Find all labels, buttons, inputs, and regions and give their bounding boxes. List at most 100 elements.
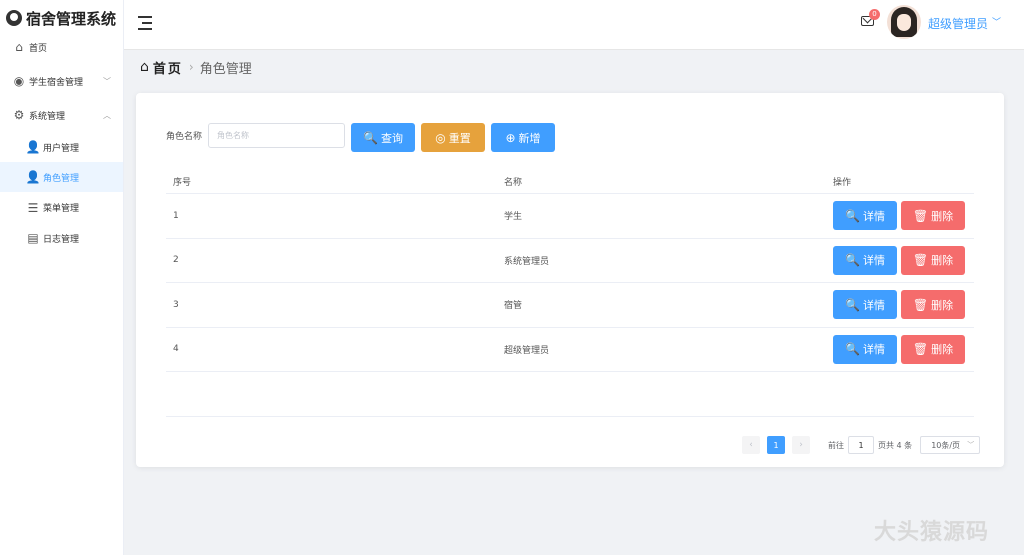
add-button[interactable]: ⊕ 新增 xyxy=(491,123,555,152)
table-row: 4 超级管理员 🔍 详情 🗑 删除 xyxy=(166,328,974,372)
row-index: 4 xyxy=(173,344,179,355)
content-card: 角色名称 🔍 查询 ◎ 重置 ⊕ 新增 序号 名称 操作 1 学生 🔍详情 🗑删… xyxy=(136,93,1004,467)
list-icon: ☰ xyxy=(27,200,39,215)
username-dropdown[interactable]: 超级管理员 xyxy=(928,15,988,32)
button-label: 详情 xyxy=(862,209,885,223)
button-label: 详情 xyxy=(862,254,885,268)
target-icon: ◉ xyxy=(13,74,25,88)
search-icon: 🔍 xyxy=(845,253,860,268)
column-header: 序号 xyxy=(173,177,192,188)
column-header: 名称 xyxy=(504,177,523,188)
trash-icon: 🗑 xyxy=(912,297,929,312)
row-name: 系统管理员 xyxy=(504,256,550,267)
chevron-down-icon: ﹀ xyxy=(103,76,111,86)
row-index: 1 xyxy=(173,210,179,221)
breadcrumb-home[interactable]: 首页 xyxy=(153,58,183,77)
prev-page-icon[interactable]: ‹ xyxy=(742,436,760,454)
sidebar-item-label: 系统管理 xyxy=(29,111,66,122)
sidebar-item-label: 学生宿舍管理 xyxy=(29,77,84,88)
pagination: ‹ 1 › 前往 页共 4 条 10条/页 ﹀ xyxy=(742,436,981,454)
delete-button[interactable]: 🗑 删除 xyxy=(901,334,965,364)
avatar[interactable] xyxy=(887,5,921,39)
row-name: 超级管理员 xyxy=(504,345,550,356)
page-size-select[interactable]: 10条/页 ﹀ xyxy=(920,436,981,454)
roles-table: 序号 名称 操作 1 学生 🔍 详情 🗑 删除 2 系统管理员 🔍 详情 🗑 删除 3 … xyxy=(166,169,974,372)
delete-button[interactable]: 🗑 删除 xyxy=(901,245,965,275)
detail-button[interactable]: 🔍 详情 xyxy=(833,201,897,231)
button-label: 查询 xyxy=(380,131,403,145)
row-name: 学生 xyxy=(504,212,523,223)
query-button[interactable]: 🔍 查询 xyxy=(351,123,415,152)
total-count: 页共 4 条 xyxy=(878,440,913,450)
page-size-value: 10条/页 xyxy=(931,440,961,450)
detail-button[interactable]: 🔍 详情 xyxy=(833,290,897,320)
row-index: 3 xyxy=(173,299,179,310)
role-icon: 👤 xyxy=(25,170,41,184)
table-header: 序号 名称 操作 xyxy=(166,169,974,194)
trash-icon: 🗑 xyxy=(912,208,929,223)
chevron-down-icon: ﹀ xyxy=(967,441,975,449)
trash-icon: 🗑 xyxy=(912,253,929,268)
sidebar-item-system[interactable]: ⚙ 系统管理 ︿ xyxy=(0,98,123,132)
breadcrumb: ⌂ 首页 › 角色管理 xyxy=(140,56,252,78)
table-row: 3 宿管 🔍 详情 🗑 删除 xyxy=(166,283,974,328)
column-header: 操作 xyxy=(833,177,852,188)
button-label: 删除 xyxy=(931,254,954,268)
goto-label: 前往 xyxy=(828,440,844,450)
detail-button[interactable]: 🔍 详情 xyxy=(833,245,897,275)
sidebar-item-label: 菜单管理 xyxy=(43,204,80,214)
chevron-down-icon[interactable]: ﹀ xyxy=(992,15,1001,28)
eye-icon: ◎ xyxy=(435,130,446,145)
search-label: 角色名称 xyxy=(166,132,203,142)
gear-icon: ⚙ xyxy=(13,108,25,122)
sidebar-item-dorm[interactable]: ◉ 学生宿舍管理 ﹀ xyxy=(0,64,123,98)
sidebar-item-label: 首页 xyxy=(29,43,48,54)
home-icon: ⌂ xyxy=(140,59,149,75)
table-row: 1 学生 🔍 详情 🗑 删除 xyxy=(166,194,974,239)
delete-button[interactable]: 🗑 删除 xyxy=(901,201,965,231)
breadcrumb-current: 角色管理 xyxy=(199,61,252,77)
sidebar-item-logs[interactable]: ▤ 日志管理 xyxy=(0,223,123,253)
search-icon: 🔍 xyxy=(845,208,860,223)
document-icon: ▤ xyxy=(27,231,39,245)
app-logo: 宿舍管理系统 xyxy=(0,0,123,36)
search-icon: 🔍 xyxy=(363,130,378,145)
sidebar: 宿舍管理系统 ⌂ 首页 ◉ 学生宿舍管理 ﹀ ⚙ 系统管理 ︿ 👤 用户管理 👤… xyxy=(0,0,124,555)
button-label: 详情 xyxy=(862,298,885,312)
row-index: 2 xyxy=(173,255,179,266)
button-label: 重置 xyxy=(448,131,471,145)
plus-icon: ⊕ xyxy=(505,130,516,145)
search-icon: 🔍 xyxy=(845,342,860,357)
trash-icon: 🗑 xyxy=(912,342,929,357)
sidebar-item-label: 日志管理 xyxy=(43,234,80,245)
role-name-input[interactable] xyxy=(208,123,345,148)
next-page-icon[interactable]: › xyxy=(792,436,810,454)
sidebar-item-menus[interactable]: ☰ 菜单管理 xyxy=(0,192,123,223)
detail-button[interactable]: 🔍 详情 xyxy=(833,334,897,364)
button-label: 详情 xyxy=(862,343,885,357)
page-number[interactable]: 1 xyxy=(767,436,785,454)
sidebar-item-users[interactable]: 👤 用户管理 xyxy=(0,132,123,162)
user-icon: 👤 xyxy=(25,140,41,154)
delete-button[interactable]: 🗑 删除 xyxy=(901,290,965,320)
app-title: 宿舍管理系统 xyxy=(26,9,117,28)
sidebar-item-home[interactable]: ⌂ 首页 xyxy=(0,36,123,58)
row-name: 宿管 xyxy=(504,301,523,312)
chevron-up-icon: ︿ xyxy=(103,110,111,120)
table-row: 2 系统管理员 🔍 详情 🗑 删除 xyxy=(166,239,974,283)
breadcrumb-separator-icon: › xyxy=(188,60,194,74)
goto-page-input[interactable] xyxy=(848,436,874,454)
divider xyxy=(166,416,974,417)
button-label: 删除 xyxy=(931,343,954,357)
top-header: 0 超级管理员 ﹀ xyxy=(124,0,1024,50)
search-icon: 🔍 xyxy=(845,297,860,312)
notification-badge: 0 xyxy=(869,9,880,20)
watermark: 大头猿源码 xyxy=(874,520,990,545)
button-label: 删除 xyxy=(931,298,954,312)
reset-button[interactable]: ◎ 重置 xyxy=(421,123,485,152)
logo-icon xyxy=(6,10,22,26)
sidebar-item-roles[interactable]: 👤 角色管理 xyxy=(0,162,123,192)
button-label: 新增 xyxy=(518,131,541,145)
sidebar-item-label: 用户管理 xyxy=(43,143,80,154)
menu-fold-icon[interactable] xyxy=(138,16,152,30)
